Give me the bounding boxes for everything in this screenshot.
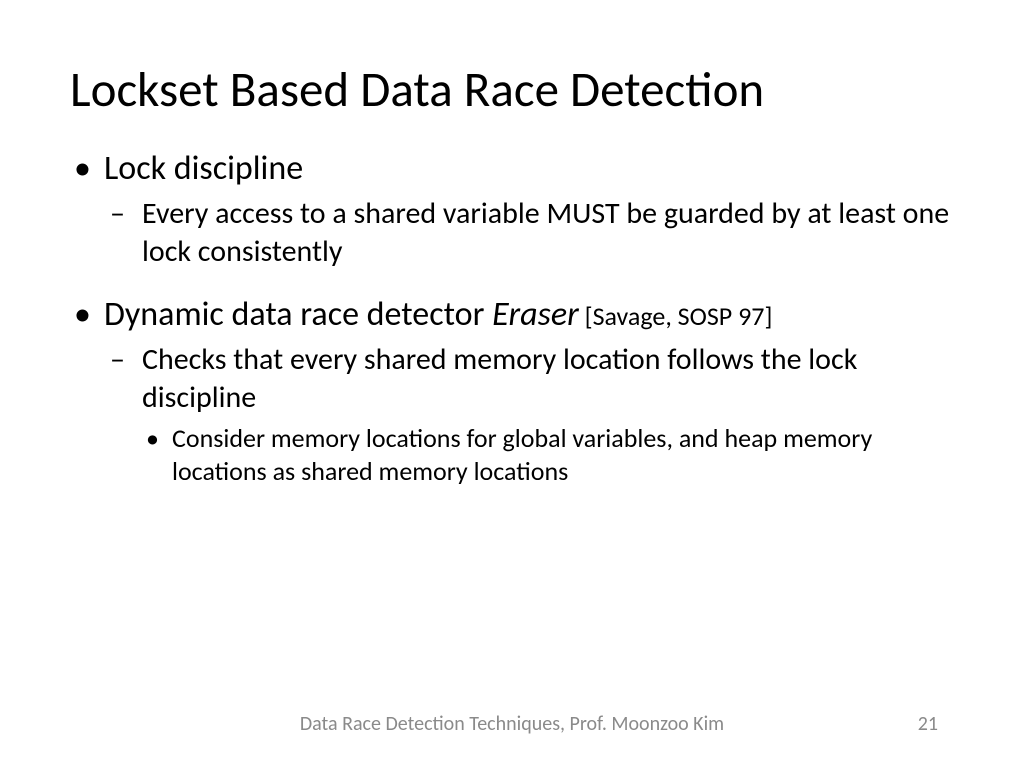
- footer-text: Data Race Detection Techniques, Prof. Mo…: [0, 712, 1024, 736]
- page-number: 21: [918, 712, 938, 736]
- sub-sub-bullet-consider: Consider memory locations for global var…: [142, 422, 954, 487]
- slide-body: Lock discipline Every access to a shared…: [70, 148, 954, 487]
- bullet-text: Checks that every shared memory location…: [142, 341, 857, 416]
- bullet-text: Every access to a shared variable MUST b…: [142, 195, 949, 270]
- slide-title: Lockset Based Data Race Detection: [70, 60, 954, 120]
- bullet-text: Lock discipline: [104, 148, 303, 189]
- sub-bullet-checks: Checks that every shared memory location…: [104, 341, 954, 487]
- bullet-text-prefix: Dynamic data race detector: [104, 294, 492, 335]
- bullet-text-italic: Eraser: [492, 294, 579, 335]
- bullet-text-cite: [Savage, SOSP 97]: [579, 300, 773, 332]
- slide: Lockset Based Data Race Detection Lock d…: [0, 0, 1024, 768]
- sub-bullet-guarded: Every access to a shared variable MUST b…: [104, 195, 954, 270]
- bullet-eraser: Dynamic data race detector Eraser [Savag…: [70, 294, 954, 487]
- bullet-lock-discipline: Lock discipline Every access to a shared…: [70, 148, 954, 270]
- bullet-text: Consider memory locations for global var…: [172, 422, 872, 487]
